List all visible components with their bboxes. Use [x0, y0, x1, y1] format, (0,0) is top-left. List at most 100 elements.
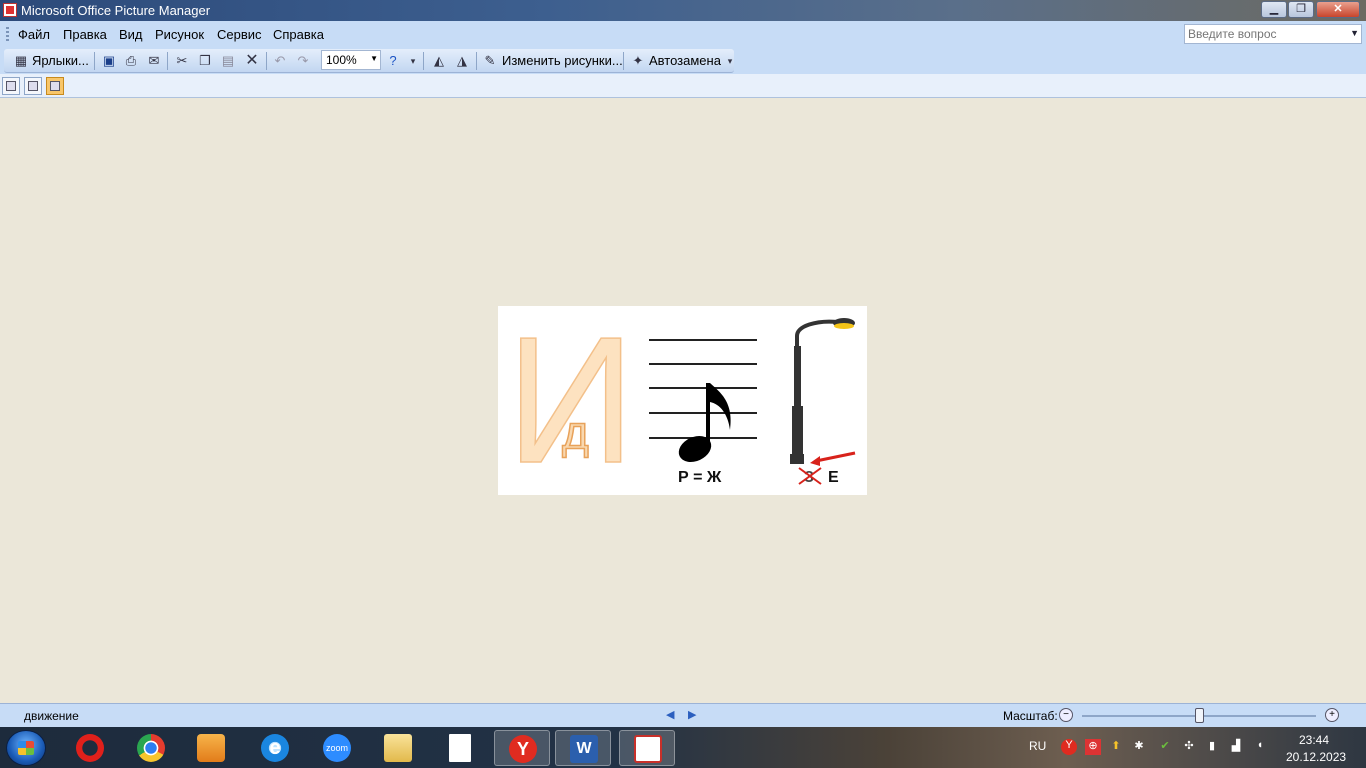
thumbnail-view-button[interactable] [2, 77, 20, 95]
scale-label: Масштаб: [1003, 709, 1058, 723]
network-signal-icon[interactable]: ▟ [1228, 739, 1244, 755]
toolbar-separator [476, 52, 477, 70]
windows-taskbar: e zoom Y W RU Y ⊕ ⬆ ✱ ✔ ✣ ▮ ▟ ◖ 23:44 20… [0, 727, 1366, 768]
previous-picture-icon[interactable]: ◀ [666, 708, 680, 722]
undo-icon[interactable]: ↶ [271, 52, 289, 70]
redo-icon[interactable]: ↷ [294, 52, 312, 70]
title-bar: Microsoft Office Picture Manager ▁ ❐ ✕ [0, 0, 1366, 21]
picture-manager-taskbar-icon [634, 735, 662, 763]
toolbar-options-icon[interactable]: ▾ [721, 52, 739, 70]
taskbar-explorer[interactable] [370, 730, 426, 766]
zoom-icon: zoom [323, 734, 351, 762]
internet-explorer-icon: e [261, 734, 289, 762]
thumbnail-view-icon [6, 81, 16, 91]
delete-icon[interactable]: ✕ [243, 52, 261, 70]
maximize-button[interactable]: ❐ [1288, 1, 1314, 18]
word-icon: W [570, 735, 598, 763]
taskbar-chrome[interactable] [123, 730, 179, 766]
start-button[interactable] [6, 730, 46, 766]
menu-file[interactable]: Файл [18, 27, 50, 42]
yandex-tray-icon[interactable]: Y [1061, 739, 1077, 755]
chevron-down-icon[interactable]: ▼ [370, 54, 378, 63]
taskbar-opera[interactable] [62, 730, 118, 766]
picture-manager-icon [3, 3, 17, 17]
power-tray-icon[interactable]: ▮ [1204, 739, 1220, 755]
toolbar-separator [423, 52, 424, 70]
picture-canvas[interactable]: И д Р = Ж Е [0, 99, 1366, 703]
language-indicator[interactable]: RU [1029, 739, 1046, 753]
chrome-icon [137, 734, 165, 762]
menu-bar: Файл Правка Вид Рисунок Сервис Справка ▼ [0, 21, 1366, 48]
document-icon [449, 734, 471, 762]
minimize-button[interactable]: ▁ [1261, 1, 1287, 18]
save-icon[interactable]: ▣ [100, 52, 118, 70]
autocorrect-button[interactable]: Автозамена [649, 53, 721, 68]
yandex-icon: Y [509, 735, 537, 763]
toolbar-separator [94, 52, 95, 70]
shortcuts-button[interactable]: Ярлыки... [32, 53, 89, 68]
menu-help[interactable]: Справка [273, 27, 324, 42]
eighth-note-icon [678, 383, 731, 463]
rebus-caption-left: Р = Ж [678, 469, 722, 486]
taskbar-media-player[interactable] [183, 730, 239, 766]
taskbar-word[interactable]: W [555, 730, 611, 766]
antivirus-tray-icon[interactable]: ⊕ [1085, 739, 1101, 755]
taskbar-blank-document[interactable] [432, 730, 488, 766]
devices-tray-icon[interactable]: ✣ [1181, 739, 1197, 755]
status-bar: движение ◀ ▶ Масштаб: − + [0, 703, 1366, 727]
help-question-box[interactable]: ▼ [1184, 24, 1362, 44]
toolbar-separator [167, 52, 168, 70]
next-picture-icon[interactable]: ▶ [688, 708, 702, 722]
volume-icon[interactable]: ◖ [1252, 739, 1268, 755]
zoom-in-icon[interactable]: + [1325, 708, 1339, 722]
red-arrow-icon [810, 456, 820, 466]
window-title: Microsoft Office Picture Manager [21, 3, 211, 18]
taskbar-picture-manager[interactable] [619, 730, 675, 766]
menu-tools[interactable]: Сервис [217, 27, 262, 42]
rebus-big-letter: И [506, 306, 635, 495]
taskbar-internet-explorer[interactable]: e [247, 730, 303, 766]
menu-edit[interactable]: Правка [63, 27, 107, 42]
displayed-picture: И д Р = Ж Е [498, 306, 867, 495]
rotate-left-icon[interactable]: ◭ [430, 52, 448, 70]
help-search-input[interactable] [1185, 25, 1345, 43]
menu-grip[interactable] [6, 27, 9, 42]
rotate-right-icon[interactable]: ◮ [453, 52, 471, 70]
menu-view[interactable]: Вид [119, 27, 143, 42]
folder-icon [384, 734, 412, 762]
single-picture-view-icon [50, 81, 60, 91]
menu-picture[interactable]: Рисунок [155, 27, 204, 42]
toolbar-separator [623, 52, 624, 70]
toolbar-options-icon[interactable]: ▾ [404, 52, 422, 70]
clock-time[interactable]: 23:44 [1299, 733, 1329, 747]
copy-icon[interactable]: ❐ [196, 52, 214, 70]
edit-pictures-button[interactable]: Изменить рисунки... [502, 53, 623, 68]
single-picture-view-button[interactable] [46, 77, 64, 95]
help-icon[interactable]: ? [384, 52, 402, 70]
clock-date[interactable]: 20.12.2023 [1286, 750, 1346, 764]
taskbar-zoom[interactable]: zoom [309, 730, 365, 766]
print-icon[interactable]: ⎙ [122, 52, 140, 70]
street-lamp-icon [790, 318, 855, 464]
view-mode-bar [0, 74, 1366, 98]
zoom-select[interactable]: 100% ▼ [321, 50, 381, 70]
zoom-out-icon[interactable]: − [1059, 708, 1073, 722]
filmstrip-view-button[interactable] [24, 77, 42, 95]
zoom-slider-thumb[interactable] [1194, 708, 1204, 723]
toolbar-separator [266, 52, 267, 70]
rebus-picture: И д Р = Ж Е [505, 306, 856, 495]
shortcuts-icon[interactable]: ▦ [12, 52, 30, 70]
autocorrect-icon[interactable]: ✦ [629, 52, 647, 70]
edit-pictures-icon[interactable]: ✎ [481, 52, 499, 70]
security-tray-icon[interactable]: ✔ [1157, 739, 1173, 755]
chevron-down-icon[interactable]: ▼ [1350, 28, 1359, 38]
music-staff [649, 339, 757, 439]
close-button[interactable]: ✕ [1316, 1, 1360, 18]
tools-tray-icon[interactable]: ✱ [1131, 739, 1147, 755]
taskbar-yandex[interactable]: Y [494, 730, 550, 766]
filmstrip-view-icon [28, 81, 38, 91]
update-tray-icon[interactable]: ⬆ [1108, 739, 1124, 755]
paste-icon[interactable]: ▤ [219, 52, 237, 70]
cut-icon[interactable]: ✂ [173, 52, 191, 70]
email-icon[interactable]: ✉ [145, 52, 163, 70]
